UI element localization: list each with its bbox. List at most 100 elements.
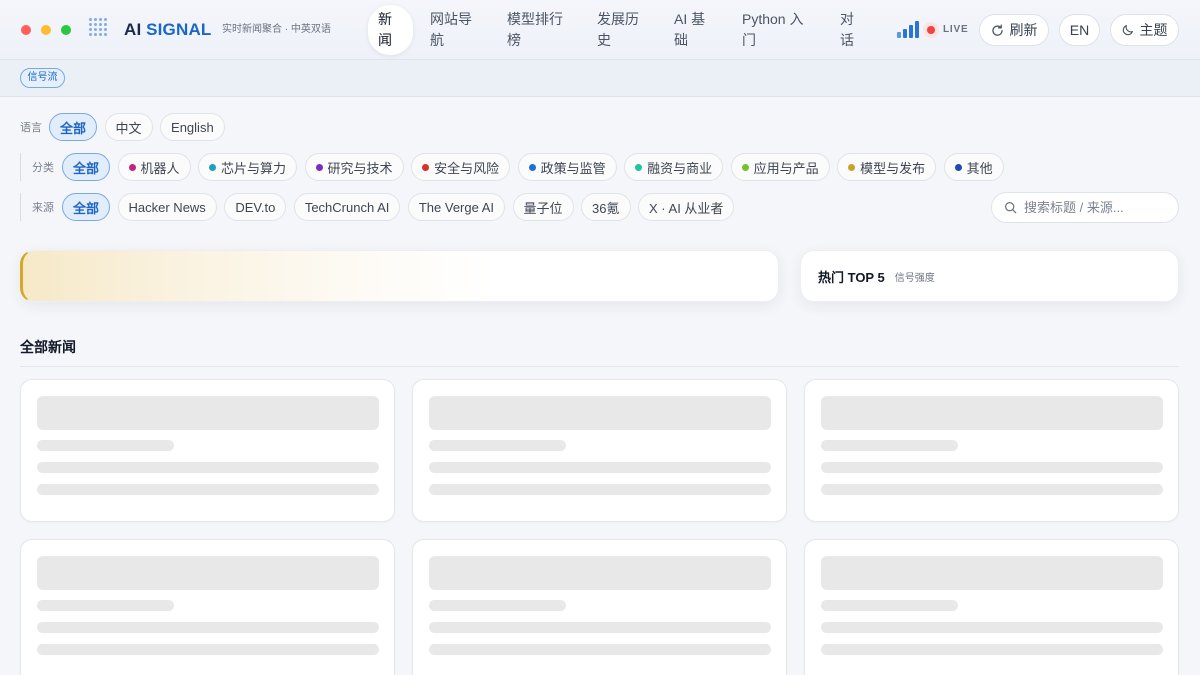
source-filter-label: 来源 bbox=[32, 202, 54, 214]
skeleton-line bbox=[37, 622, 379, 633]
nav-item-history[interactable]: 发展历史 bbox=[587, 0, 652, 60]
skeleton-line bbox=[821, 484, 1163, 495]
theme-toggle-button[interactable]: 主题 bbox=[1110, 14, 1179, 46]
window-maximize-dot bbox=[61, 25, 71, 35]
skeleton-meta bbox=[37, 440, 174, 451]
skeleton-line bbox=[37, 644, 379, 655]
grid-dots-icon bbox=[88, 17, 107, 36]
hot-top5-title: 热门 TOP 5 bbox=[818, 269, 885, 285]
source-chip-techcrunch[interactable]: TechCrunch AI bbox=[293, 193, 401, 221]
refresh-button[interactable]: 刷新 bbox=[979, 14, 1049, 46]
language-toggle-label: EN bbox=[1069, 22, 1090, 38]
news-card-skeleton bbox=[804, 379, 1179, 522]
nav-item-news[interactable]: 新闻 bbox=[368, 5, 413, 55]
category-chip-label: 融资与商业 bbox=[647, 160, 713, 176]
nav-item-label: 网站导航 bbox=[430, 11, 472, 48]
source-filter-chips: 全部 Hacker News DEV.to TechCrunch AI The … bbox=[62, 193, 735, 221]
category-chip-other[interactable]: 其他 bbox=[943, 153, 1004, 181]
category-dot bbox=[315, 163, 323, 171]
nav-item-python-intro[interactable]: Python 入门 bbox=[732, 0, 818, 60]
skeleton-title bbox=[821, 556, 1163, 590]
moon-icon bbox=[1122, 24, 1134, 36]
source-chip-devto[interactable]: DEV.to bbox=[224, 193, 287, 221]
news-card-skeleton bbox=[412, 379, 787, 522]
nav-item-label: 新闻 bbox=[378, 11, 392, 48]
skeleton-line bbox=[821, 644, 1163, 655]
source-chip-the-verge[interactable]: The Verge AI bbox=[407, 193, 506, 221]
category-filter-label: 分类 bbox=[32, 162, 54, 174]
source-chip-hacker-news[interactable]: Hacker News bbox=[117, 193, 217, 221]
featured-news-card[interactable] bbox=[20, 250, 779, 302]
nav-item-site-directory[interactable]: 网站导航 bbox=[420, 0, 489, 60]
nav-item-ai-basics[interactable]: AI 基础 bbox=[664, 0, 720, 60]
category-dot bbox=[635, 163, 643, 171]
category-filter-chips: 全部 机器人 芯片与算力 研究与技术 安全与风险 政策与监管 融资与商业 应用与… bbox=[62, 153, 1004, 181]
skeleton-meta bbox=[429, 600, 566, 611]
brand-tagline: 实时新闻聚合 · 中英双语 bbox=[222, 24, 331, 35]
source-chip-qbitai[interactable]: 量子位 bbox=[512, 193, 574, 221]
skeleton-title bbox=[821, 396, 1163, 430]
brand-name-prefix: AI bbox=[124, 20, 142, 39]
category-chip-label: 芯片与算力 bbox=[221, 160, 287, 176]
search-input[interactable] bbox=[1024, 197, 1172, 218]
window-minimize-dot bbox=[41, 25, 51, 35]
news-card-skeleton bbox=[804, 539, 1179, 675]
window-close-dot bbox=[21, 25, 31, 35]
live-label: LIVE bbox=[943, 24, 969, 35]
category-chip-models[interactable]: 模型与发布 bbox=[837, 153, 937, 181]
category-chip-policy[interactable]: 政策与监管 bbox=[517, 153, 617, 181]
category-chip-label: 安全与风险 bbox=[434, 160, 500, 176]
category-dot bbox=[954, 163, 962, 171]
language-toggle-button[interactable]: EN bbox=[1059, 14, 1100, 46]
refresh-icon bbox=[991, 23, 1004, 37]
signal-bars-icon bbox=[897, 21, 919, 38]
language-chip-chinese[interactable]: 中文 bbox=[104, 113, 153, 141]
category-chip-label: 应用与产品 bbox=[753, 160, 819, 176]
category-dot bbox=[128, 163, 136, 171]
skeleton-title bbox=[429, 556, 771, 590]
source-chip-36kr[interactable]: 36氪 bbox=[581, 193, 631, 221]
nav-item-label: AI 基础 bbox=[674, 11, 706, 48]
skeleton-line bbox=[37, 484, 379, 495]
source-chip-x-practitioners[interactable]: X · AI 从业者 bbox=[638, 193, 735, 221]
language-chip-all[interactable]: 全部 bbox=[49, 113, 98, 141]
category-chip-all[interactable]: 全部 bbox=[62, 153, 111, 181]
skeleton-line bbox=[429, 622, 771, 633]
brand-logo[interactable]: AI SIGNAL bbox=[124, 19, 212, 41]
category-chip-label: 机器人 bbox=[140, 160, 180, 176]
category-dot bbox=[209, 163, 217, 171]
skeleton-title bbox=[429, 396, 771, 430]
language-filter-row: 语言 全部 中文 English bbox=[20, 113, 225, 141]
news-card-skeleton bbox=[20, 539, 395, 675]
nav-item-model-leaderboard[interactable]: 模型排行榜 bbox=[497, 0, 575, 60]
language-chip-english[interactable]: English bbox=[160, 113, 225, 141]
category-chip-funding[interactable]: 融资与商业 bbox=[624, 153, 724, 181]
search-icon bbox=[1004, 201, 1017, 214]
nav-item-label: 对话 bbox=[840, 11, 854, 48]
nav-item-chat[interactable]: 对话 bbox=[830, 0, 866, 60]
category-chip-research[interactable]: 研究与技术 bbox=[304, 153, 404, 181]
signal-stream-badge[interactable]: 信号流 bbox=[20, 68, 65, 88]
search-box[interactable] bbox=[991, 192, 1179, 223]
nav-item-label: Python 入门 bbox=[742, 11, 804, 48]
skeleton-meta bbox=[429, 440, 566, 451]
source-chip-all[interactable]: 全部 bbox=[62, 193, 111, 221]
category-filter-row: 分类 全部 机器人 芯片与算力 研究与技术 安全与风险 政策与监管 融资与商业 … bbox=[20, 153, 1004, 181]
language-filter-label: 语言 bbox=[20, 122, 42, 134]
news-card-skeleton bbox=[20, 379, 395, 522]
theme-toggle-label: 主题 bbox=[1139, 22, 1168, 38]
category-dot bbox=[422, 163, 430, 171]
skeleton-line bbox=[821, 622, 1163, 633]
category-chip-label: 其他 bbox=[966, 160, 993, 176]
category-chip-label: 政策与监管 bbox=[540, 160, 606, 176]
skeleton-line bbox=[429, 462, 771, 473]
category-chip-safety[interactable]: 安全与风险 bbox=[411, 153, 511, 181]
hot-top5-subtitle: 信号强度 bbox=[894, 272, 935, 284]
category-chip-chips-compute[interactable]: 芯片与算力 bbox=[198, 153, 298, 181]
live-dot bbox=[927, 26, 935, 34]
category-chip-robotics[interactable]: 机器人 bbox=[117, 153, 191, 181]
category-chip-products[interactable]: 应用与产品 bbox=[730, 153, 830, 181]
skeleton-title bbox=[37, 556, 379, 590]
category-dot bbox=[848, 163, 856, 171]
brand-name-suffix: SIGNAL bbox=[146, 20, 212, 39]
